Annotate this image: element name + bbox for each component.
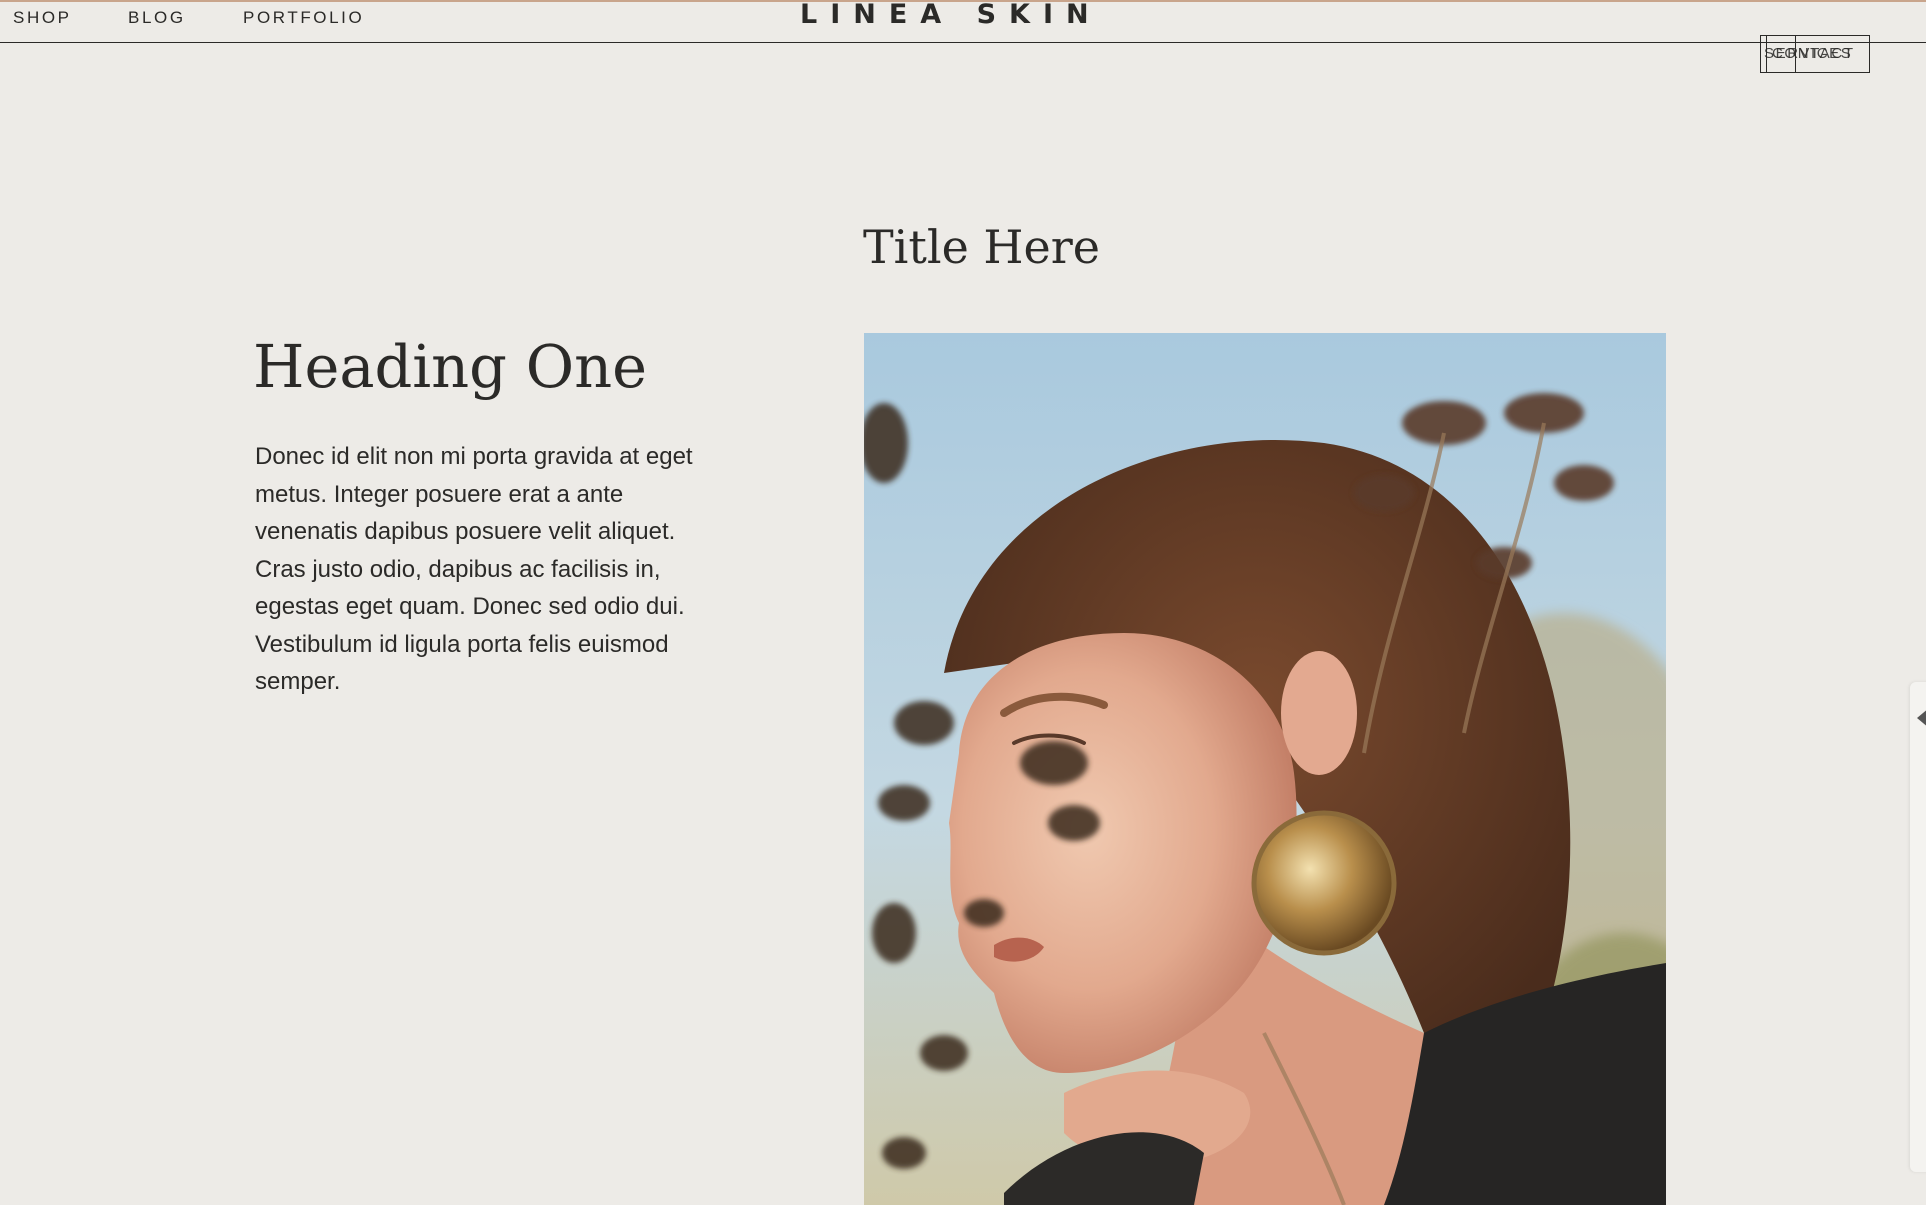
right-nav-overlap: SERVICES CONTACT	[1760, 35, 1870, 73]
portrait-illustration	[864, 333, 1666, 1205]
site-header: SHOP BLOG PORTFOLIO LINEA SKIN	[0, 0, 1926, 43]
nav-link-shop[interactable]: SHOP	[13, 8, 72, 28]
nav-link-portfolio[interactable]: PORTFOLIO	[243, 8, 364, 28]
nav-link-contact[interactable]: CONTACT	[1772, 45, 1855, 62]
nav-link-blog[interactable]: BLOG	[128, 8, 186, 28]
body-paragraph: Donec id elit non mi porta gravida at eg…	[255, 443, 693, 695]
site-logo[interactable]: LINEA SKIN	[800, 0, 1102, 30]
chevron-left-icon	[1917, 708, 1926, 728]
section-heading: Heading One	[253, 332, 647, 401]
page-title: Title Here	[863, 220, 1100, 274]
side-drawer-tab[interactable]	[1910, 682, 1926, 1172]
portrait-photo	[864, 333, 1666, 1205]
